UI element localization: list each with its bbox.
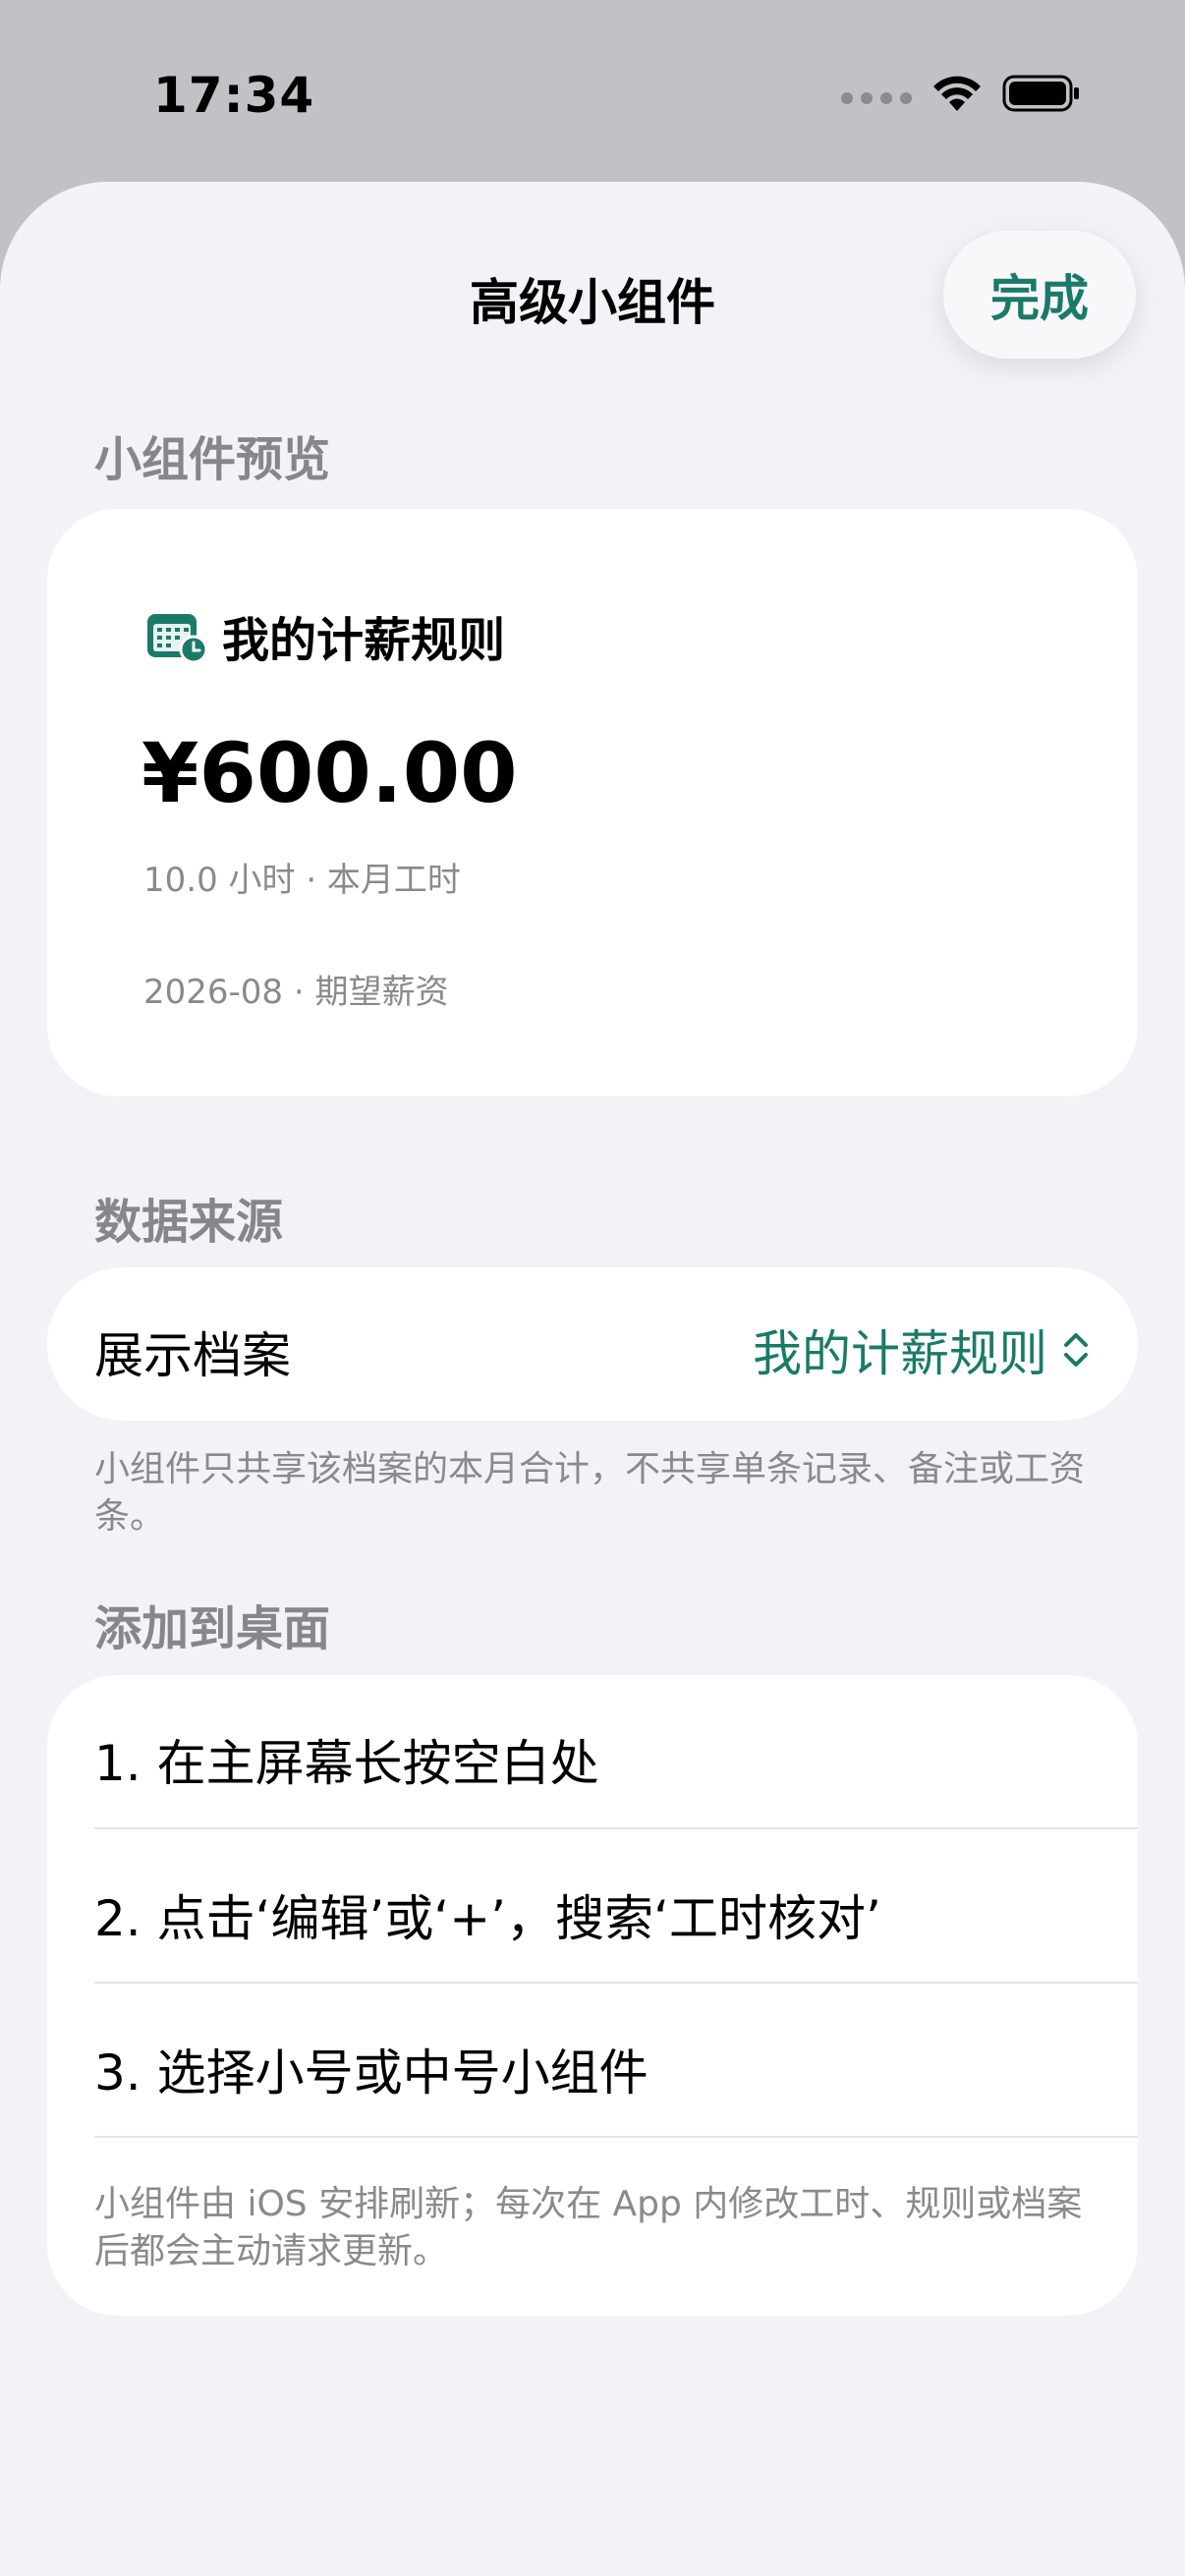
widget-hours-line: 10.0 小时 · 本月工时 <box>143 861 461 900</box>
battery-icon <box>1002 75 1079 112</box>
done-button[interactable]: 完成 <box>943 231 1136 359</box>
signal-dots-icon <box>841 92 912 104</box>
section-header-source: 数据来源 <box>94 1195 284 1250</box>
widget-preview-card: 我的计薪规则 ¥600.00 10.0 小时 · 本月工时 2026-08 · … <box>47 509 1138 1096</box>
profile-picker-label: 展示档案 <box>94 1327 291 1384</box>
profile-picker-selected: 我的计薪规则 <box>753 1325 1047 1382</box>
step-item: 1. 在主屏幕长按空白处 <box>94 1735 599 1792</box>
widget-title-row: 我的计薪规则 <box>145 601 505 670</box>
chevron-up-down-icon <box>1064 1333 1088 1367</box>
step-item: 2. 点击‘编辑’或‘+’，搜索‘工时核对’ <box>94 1890 881 1947</box>
wifi-icon <box>933 76 981 111</box>
status-bar: 17:34 <box>0 0 1185 187</box>
steps-card: 1. 在主屏幕长按空白处 2. 点击‘编辑’或‘+’，搜索‘工时核对’ 3. 选… <box>47 1675 1138 2316</box>
profile-picker-value[interactable]: 我的计薪规则 <box>753 1315 1091 1385</box>
divider <box>94 1827 1138 1829</box>
section-header-preview: 小组件预览 <box>94 432 331 487</box>
status-indicators <box>841 73 1081 114</box>
widget-period-line: 2026-08 · 期望薪资 <box>143 973 449 1012</box>
profile-picker-row[interactable]: 展示档案 我的计薪规则 <box>47 1267 1138 1421</box>
status-time: 17:34 <box>153 67 315 124</box>
source-footnote: 小组件只共享该档案的本月合计，不共享单条记录、备注或工资条。 <box>94 1449 1086 1537</box>
widget-title: 我的计薪规则 <box>222 613 506 668</box>
divider <box>94 2136 1138 2138</box>
steps-footnote: 小组件由 iOS 安排刷新；每次在 App 内修改工时、规则或档案后都会主动请求… <box>94 2184 1083 2271</box>
section-header-desktop: 添加到桌面 <box>94 1601 331 1656</box>
step-item: 3. 选择小号或中号小组件 <box>94 2044 649 2101</box>
divider <box>94 1982 1138 1984</box>
calendar-clock-icon <box>147 614 208 663</box>
widget-amount: ¥600.00 <box>141 725 518 821</box>
